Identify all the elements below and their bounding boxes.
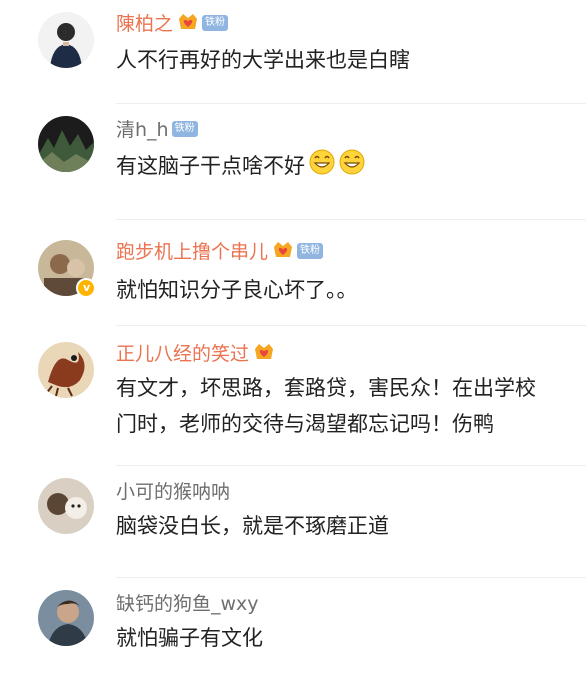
grinning-face-icon <box>339 149 365 186</box>
comment-item: 小可的猴呐呐 脑袋没白长，就是不琢磨正道 <box>0 466 586 578</box>
grinning-face-icon <box>309 149 335 186</box>
comment-text: 就怕骗子有文化 <box>116 626 263 650</box>
username-text[interactable]: 跑步机上撸个串儿 <box>116 241 268 263</box>
comment-text: 有这脑子干点啥不好 <box>116 148 556 186</box>
avatar[interactable] <box>38 342 94 398</box>
username[interactable]: 跑步机上撸个串儿 铁粉 <box>116 240 324 265</box>
crown-heart-icon <box>272 241 294 265</box>
comment-text: 就怕知识分子良心坏了。。 <box>116 278 358 302</box>
comment-text: 脑袋没白长，就是不琢磨正道 <box>116 514 389 538</box>
fan-badge: 铁粉 <box>202 14 229 31</box>
fan-badge: 铁粉 <box>297 242 324 259</box>
comment-text: 人不行再好的大学出来也是白瞎 <box>116 48 410 72</box>
username[interactable]: 正儿八经的笑过 <box>116 342 275 367</box>
crown-heart-icon <box>177 13 199 37</box>
comment-list: 陳柏之铁粉 人不行再好的大学出来也是白瞎 清h_h铁粉 有这脑子干点啥不好 <box>0 0 586 674</box>
username-text[interactable]: 正儿八经的笑过 <box>116 343 249 365</box>
comment-item: 正儿八经的笑过 有文才，坏思路，套路贷，害民众！在出学校门时，老师的交待与渴望都… <box>0 326 586 466</box>
comment-text: 有文才，坏思路，套路贷，害民众！在出学校门时，老师的交待与渴望都忘记吗！伤鸭 <box>116 376 536 436</box>
comment-item: 缺钙的狗鱼_wxy 就怕骗子有文化 <box>0 578 586 674</box>
verified-v-icon: v <box>76 278 96 298</box>
username[interactable]: 缺钙的狗鱼_wxy <box>116 592 259 616</box>
username-text[interactable]: 陳柏之 <box>116 13 173 35</box>
avatar[interactable] <box>38 478 94 534</box>
comment-text-content: 有这脑子干点啥不好 <box>116 154 305 178</box>
comment-item: v 跑步机上撸个串儿 铁粉 就怕知识分子良心坏了。。 <box>0 220 586 326</box>
username-text[interactable]: 小可的猴呐呐 <box>116 481 230 503</box>
avatar[interactable] <box>38 590 94 646</box>
comment-item: 清h_h 铁粉 有这脑子干点啥不好 <box>0 104 586 220</box>
username-text[interactable]: 缺钙的狗鱼_wxy <box>116 593 259 615</box>
username[interactable]: 陳柏之 铁粉 <box>116 12 229 37</box>
avatar[interactable] <box>38 12 94 68</box>
fan-badge: 铁粉 <box>171 120 198 137</box>
username[interactable]: 小可的猴呐呐 <box>116 480 230 504</box>
username[interactable]: 清h_h 铁粉 <box>116 118 198 142</box>
comment-item: 陳柏之 铁粉 人不行再好的大学出来也是白瞎 <box>0 0 586 104</box>
username-text[interactable]: 清h_h <box>116 119 169 141</box>
crown-heart-icon <box>253 343 275 367</box>
avatar[interactable] <box>38 116 94 172</box>
